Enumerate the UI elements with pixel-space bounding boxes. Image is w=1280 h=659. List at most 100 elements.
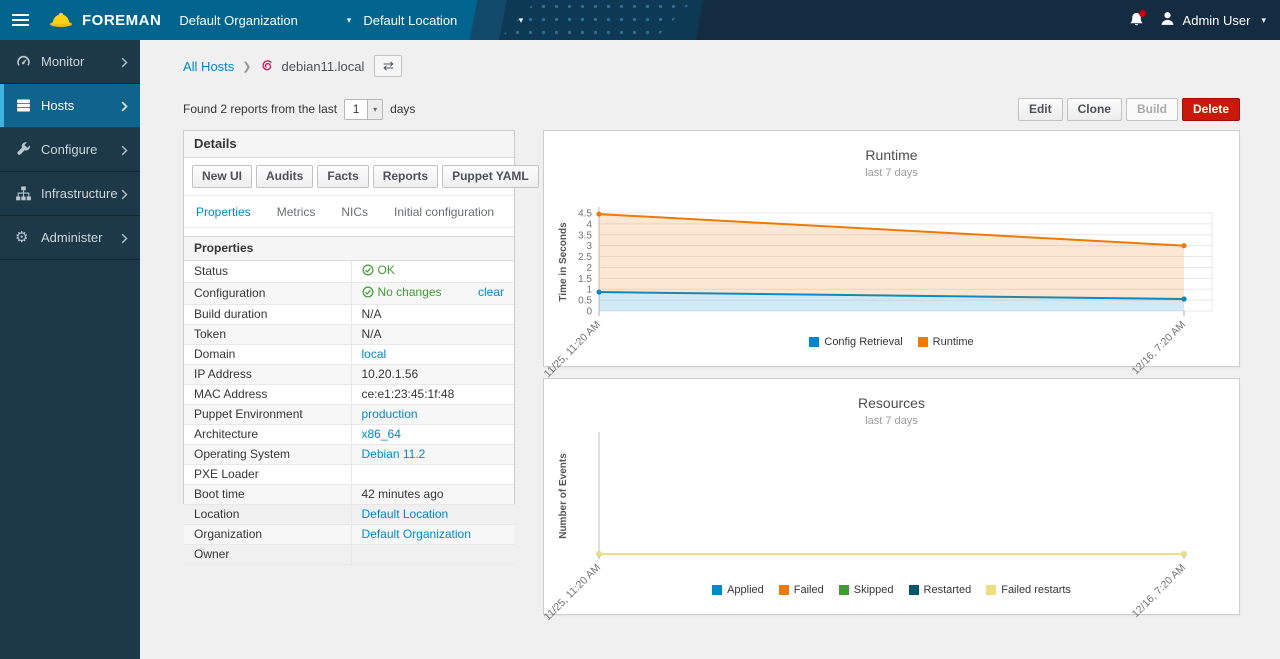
tab-nics[interactable]: NICs (341, 205, 368, 219)
property-value: N/A (351, 305, 514, 325)
tab-properties[interactable]: Properties (196, 205, 251, 219)
property-label: PXE Loader (184, 465, 351, 485)
property-value[interactable]: x86_64 (351, 425, 514, 445)
legend-item-config-retrieval[interactable]: Config Retrieval (809, 336, 902, 348)
property-value-link[interactable]: production (362, 407, 418, 421)
location-selector[interactable]: Default Location ▾ (363, 13, 523, 28)
property-value[interactable]: Default Location (351, 505, 514, 525)
sidebar-item-label: Monitor (41, 54, 84, 69)
clear-link[interactable]: clear (478, 285, 504, 299)
organization-selector-label: Default Organization (179, 13, 298, 28)
notification-badge (1139, 10, 1146, 17)
property-label: Boot time (184, 485, 351, 505)
runtime-chart: 00.511.522.533.544.5Time in Seconds11/25… (544, 179, 1239, 324)
hamburger-menu-icon[interactable] (0, 0, 40, 40)
audits-button[interactable]: Audits (256, 165, 313, 188)
tab-metrics[interactable]: Metrics (277, 205, 316, 219)
user-menu[interactable]: Admin User ▾ (1159, 10, 1266, 30)
property-value[interactable]: Default Organization (351, 525, 514, 545)
sidebar-item-hosts[interactable]: Hosts (0, 84, 140, 128)
property-row-build-duration: Build durationN/A (184, 305, 514, 325)
reports-days-text: days (390, 102, 415, 116)
property-value (351, 465, 514, 485)
legend-swatch (839, 585, 849, 595)
legend-item-runtime[interactable]: Runtime (918, 336, 974, 348)
svg-text:1.5: 1.5 (578, 274, 592, 285)
chevron-down-icon: ▾ (367, 100, 382, 119)
chevron-down-icon: ▾ (1261, 15, 1266, 26)
clone-button[interactable]: Clone (1067, 98, 1122, 121)
legend-label: Config Retrieval (824, 336, 902, 348)
puppet-yaml-button[interactable]: Puppet YAML (442, 165, 539, 188)
property-value-link[interactable]: Default Organization (362, 527, 471, 541)
sidebar-item-administer[interactable]: ⚙Administer (0, 216, 140, 260)
property-value: ce:e1:23:45:1f:48 (351, 385, 514, 405)
property-row-location: LocationDefault Location (184, 505, 514, 525)
edit-button[interactable]: Edit (1018, 98, 1063, 121)
property-row-operating-system: Operating SystemDebian 11.2 (184, 445, 514, 465)
property-value[interactable]: local (351, 345, 514, 365)
property-row-owner: Owner (184, 545, 514, 565)
legend-label: Runtime (933, 336, 974, 348)
runtime-chart-panel: Runtime last 7 days 00.511.522.533.544.5… (543, 130, 1240, 367)
property-row-configuration: ConfigurationNo changesclear (184, 283, 514, 305)
chevron-right-icon (121, 188, 128, 199)
svg-text:4: 4 (586, 219, 592, 230)
property-label: Domain (184, 345, 351, 365)
resources-chart: Number of Events11/25, 11:20 AM12/16, 7:… (544, 427, 1239, 572)
new-ui-button[interactable]: New UI (192, 165, 252, 188)
sidebar-item-label: Configure (41, 142, 97, 157)
server-icon (15, 97, 32, 114)
breadcrumb: All Hosts ❯ debian11.local ⇄ (183, 55, 402, 77)
sidebar-item-configure[interactable]: Configure (0, 128, 140, 172)
chevron-right-icon (121, 56, 128, 67)
notifications-bell-icon[interactable] (1128, 11, 1145, 29)
property-value-link[interactable]: Default Location (362, 507, 449, 521)
legend-item-failed[interactable]: Failed (779, 584, 824, 596)
property-row-boot-time: Boot time42 minutes ago (184, 485, 514, 505)
sidebar-item-infrastructure[interactable]: Infrastructure (0, 172, 140, 216)
property-value (351, 545, 514, 565)
legend-swatch (712, 585, 722, 595)
property-value-link[interactable]: local (362, 347, 387, 361)
legend-item-failed-restarts[interactable]: Failed restarts (986, 584, 1071, 596)
property-value-link[interactable]: x86_64 (362, 427, 401, 441)
reports-found-text: Found 2 reports from the last (183, 102, 337, 116)
legend-swatch (986, 585, 996, 595)
days-select[interactable]: 1 ▾ (344, 99, 383, 120)
build-button[interactable]: Build (1126, 98, 1178, 121)
foreman-brand[interactable]: FOREMAN (48, 9, 161, 32)
property-value-link[interactable]: Debian 11.2 (362, 447, 426, 461)
property-value: OK (351, 261, 514, 283)
chevron-down-icon: ▾ (347, 15, 352, 26)
property-value[interactable]: production (351, 405, 514, 425)
sidebar-nav: Monitor Hosts Configure Infrastructure⚙Admi… (0, 40, 140, 659)
runtime-chart-legend: Config Retrieval Runtime (544, 336, 1239, 348)
legend-swatch (809, 337, 819, 347)
facts-button[interactable]: Facts (317, 165, 368, 188)
status-ok-indicator: No changes (362, 285, 442, 299)
brand-text: FOREMAN (82, 12, 161, 29)
details-tabs: Properties Metrics NICs Initial configurati… (184, 196, 514, 228)
reports-button[interactable]: Reports (373, 165, 438, 188)
property-label: IP Address (184, 365, 351, 385)
host-switcher-button[interactable]: ⇄ (374, 55, 402, 77)
property-label: Organization (184, 525, 351, 545)
legend-item-applied[interactable]: Applied (712, 584, 764, 596)
tab-initial-configuration[interactable]: Initial configuration (394, 205, 494, 219)
legend-item-restarted[interactable]: Restarted (909, 584, 972, 596)
delete-button[interactable]: Delete (1182, 98, 1240, 121)
property-value[interactable]: Debian 11.2 (351, 445, 514, 465)
breadcrumb-all-hosts-link[interactable]: All Hosts (183, 59, 234, 74)
details-panel-title: Details (184, 131, 514, 158)
svg-text:4.5: 4.5 (578, 209, 592, 220)
sidebar-item-label: Hosts (41, 98, 74, 113)
property-row-token: TokenN/A (184, 325, 514, 345)
property-row-organization: Organization Default Organization (184, 525, 514, 545)
sidebar-item-monitor[interactable]: Monitor (0, 40, 140, 84)
svg-text:2: 2 (586, 263, 592, 274)
organization-selector[interactable]: Default Organization ▾ (179, 13, 351, 28)
legend-item-skipped[interactable]: Skipped (839, 584, 894, 596)
resources-chart-subtitle: last 7 days (544, 415, 1239, 427)
chevron-right-icon (121, 100, 128, 111)
